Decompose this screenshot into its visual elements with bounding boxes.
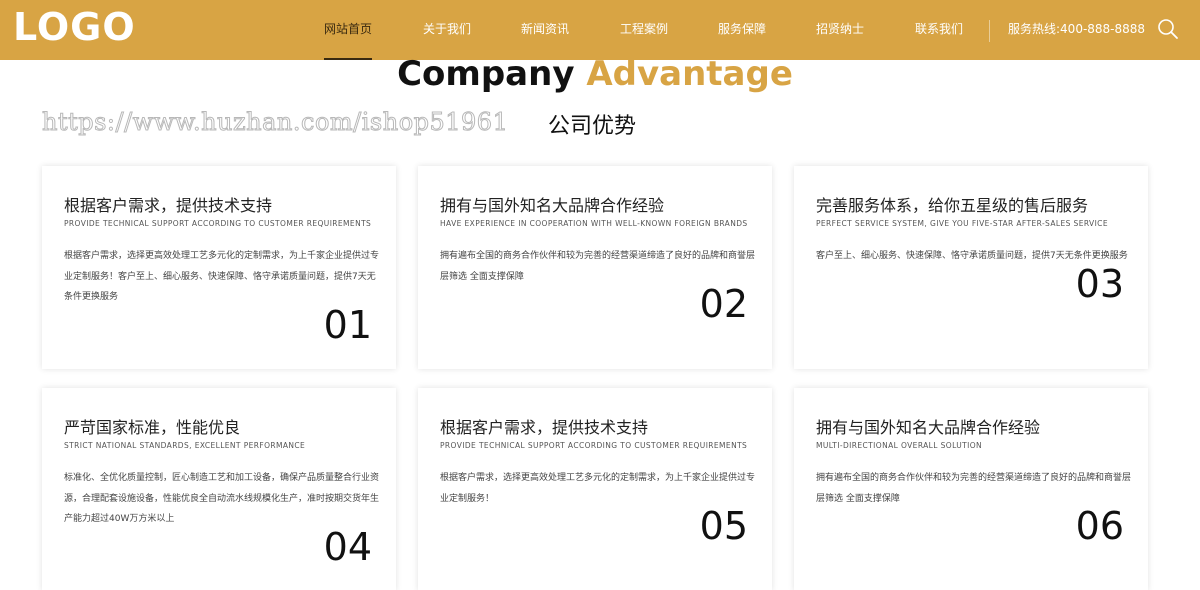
card-number: 03 xyxy=(1075,262,1124,306)
advantage-card-04[interactable]: 严苛国家标准，性能优良 STRICT NATIONAL STANDARDS, E… xyxy=(42,388,396,590)
card-title: 拥有与国外知名大品牌合作经验 xyxy=(816,418,1041,437)
title-company: Company xyxy=(397,54,575,94)
card-description: 根据客户需求，选择更高效处理工艺多元化的定制需求，为上千家企业提供过专业定制服务… xyxy=(440,473,756,504)
card-subtitle: PROVIDE TECHNICAL SUPPORT ACCORDING TO C… xyxy=(64,219,372,228)
card-number: 02 xyxy=(699,282,748,326)
service-hotline: 服务热线:400-888-8888 xyxy=(1008,22,1146,36)
nav-item-cases[interactable]: 工程案例 xyxy=(620,0,668,60)
card-subtitle: PROVIDE TECHNICAL SUPPORT ACCORDING TO C… xyxy=(440,441,748,450)
section-title-cn: 公司优势 xyxy=(548,114,637,139)
nav-divider xyxy=(989,20,990,42)
card-title: 严苛国家标准，性能优良 xyxy=(64,418,241,437)
card-title: 完善服务体系，给你五星级的售后服务 xyxy=(816,196,1089,215)
advantage-card-05[interactable]: 根据客户需求，提供技术支持 PROVIDE TECHNICAL SUPPORT … xyxy=(418,388,772,590)
card-number: 06 xyxy=(1075,504,1124,548)
advantage-card-03[interactable]: 完善服务体系，给你五星级的售后服务 PERFECT SERVICE SYSTEM… xyxy=(794,166,1148,369)
card-subtitle: PERFECT SERVICE SYSTEM, GIVE YOU FIVE-ST… xyxy=(816,219,1108,228)
site-header: LOGO 网站首页 关于我们 新闻资讯 工程案例 服务保障 招贤纳士 联系我们 … xyxy=(0,0,1200,60)
watermark-text: https://www.huzhan.com/ishop51961 xyxy=(41,108,509,137)
nav-item-jobs[interactable]: 招贤纳士 xyxy=(816,0,864,60)
nav-item-service[interactable]: 服务保障 xyxy=(718,0,766,60)
card-title: 拥有与国外知名大品牌合作经验 xyxy=(440,196,665,215)
nav-item-contact[interactable]: 联系我们 xyxy=(915,0,963,60)
nav-item-home[interactable]: 网站首页 xyxy=(323,0,373,60)
advantage-card-01[interactable]: 根据客户需求，提供技术支持 PROVIDE TECHNICAL SUPPORT … xyxy=(42,166,396,369)
card-number: 05 xyxy=(699,504,748,548)
nav-item-news[interactable]: 新闻资讯 xyxy=(521,0,569,60)
nav-item-about[interactable]: 关于我们 xyxy=(423,0,471,60)
card-number: 01 xyxy=(323,303,372,347)
card-subtitle: MULTI-DIRECTIONAL OVERALL SOLUTION xyxy=(816,441,983,450)
logo[interactable]: LOGO xyxy=(13,4,136,50)
card-title: 根据客户需求，提供技术支持 xyxy=(440,418,649,437)
card-description: 拥有遍布全国的商务合作伙伴和较为完善的经营渠道缔造了良好的品牌和商誉层层筛选 全… xyxy=(816,473,1132,504)
advantage-card-02[interactable]: 拥有与国外知名大品牌合作经验 HAVE EXPERIENCE IN COOPER… xyxy=(418,166,772,369)
card-description: 标准化、全优化质量控制，匠心制造工艺和加工设备，确保产品质量整合行业资源，合理配… xyxy=(64,473,380,524)
card-subtitle: HAVE EXPERIENCE IN COOPERATION WITH WELL… xyxy=(440,219,748,228)
card-description: 拥有遍布全国的商务合作伙伴和较为完善的经营渠道缔造了良好的品牌和商誉层层筛选 全… xyxy=(440,251,756,282)
card-title: 根据客户需求，提供技术支持 xyxy=(64,196,273,215)
title-advantage: Advantage xyxy=(586,54,793,94)
advantage-card-06[interactable]: 拥有与国外知名大品牌合作经验 MULTI-DIRECTIONAL OVERALL… xyxy=(794,388,1148,590)
card-subtitle: STRICT NATIONAL STANDARDS, EXCELLENT PER… xyxy=(64,441,306,450)
search-icon[interactable] xyxy=(1156,17,1180,41)
section-title-en: Company Advantage xyxy=(0,52,1190,96)
card-description: 根据客户需求，选择更高效处理工艺多元化的定制需求，为上千家企业提供过专业定制服务… xyxy=(64,251,380,302)
card-number: 04 xyxy=(323,525,372,569)
